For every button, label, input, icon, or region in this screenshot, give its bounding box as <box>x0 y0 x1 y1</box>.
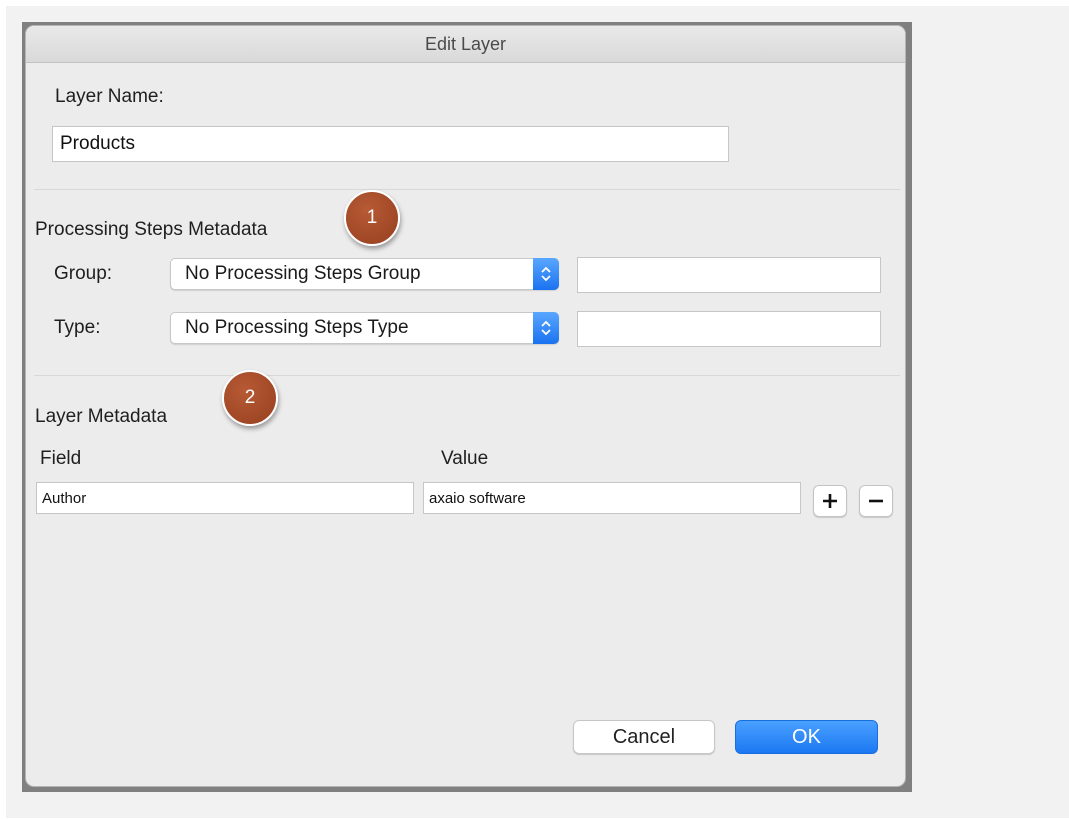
step-badge-1: 1 <box>344 190 400 246</box>
type-select[interactable]: No Processing Steps Type <box>170 312 559 344</box>
type-select-value: No Processing Steps Type <box>185 317 409 338</box>
add-row-button[interactable] <box>813 485 847 517</box>
field-column-header: Field <box>40 448 82 469</box>
type-label: Type: <box>54 317 101 338</box>
layer-name-label: Layer Name: <box>55 86 164 107</box>
processing-steps-heading: Processing Steps Metadata <box>35 219 268 240</box>
cancel-button[interactable]: Cancel <box>573 720 715 754</box>
group-label: Group: <box>54 263 113 284</box>
chevron-up-down-icon <box>533 312 559 344</box>
metadata-field-input[interactable]: Author <box>36 482 414 514</box>
edit-layer-dialog: Edit Layer Layer Name: Products Processi… <box>25 25 906 787</box>
layer-metadata-heading: Layer Metadata <box>35 406 168 427</box>
group-text-field[interactable] <box>577 257 881 293</box>
section-divider <box>34 189 900 190</box>
chevron-up-down-icon <box>533 258 559 290</box>
step-badge-2: 2 <box>222 370 278 426</box>
plus-icon <box>823 494 837 508</box>
metadata-value-input[interactable]: axaio software <box>423 482 801 514</box>
group-select[interactable]: No Processing Steps Group <box>170 258 559 290</box>
value-column-header: Value <box>441 448 489 469</box>
minus-icon <box>869 499 883 503</box>
window-title: Edit Layer <box>26 26 905 63</box>
group-select-value: No Processing Steps Group <box>185 263 421 284</box>
ok-button[interactable]: OK <box>735 720 878 754</box>
remove-row-button[interactable] <box>859 485 893 517</box>
section-divider <box>34 375 900 376</box>
type-text-field[interactable] <box>577 311 881 347</box>
layer-name-input[interactable]: Products <box>52 126 729 162</box>
